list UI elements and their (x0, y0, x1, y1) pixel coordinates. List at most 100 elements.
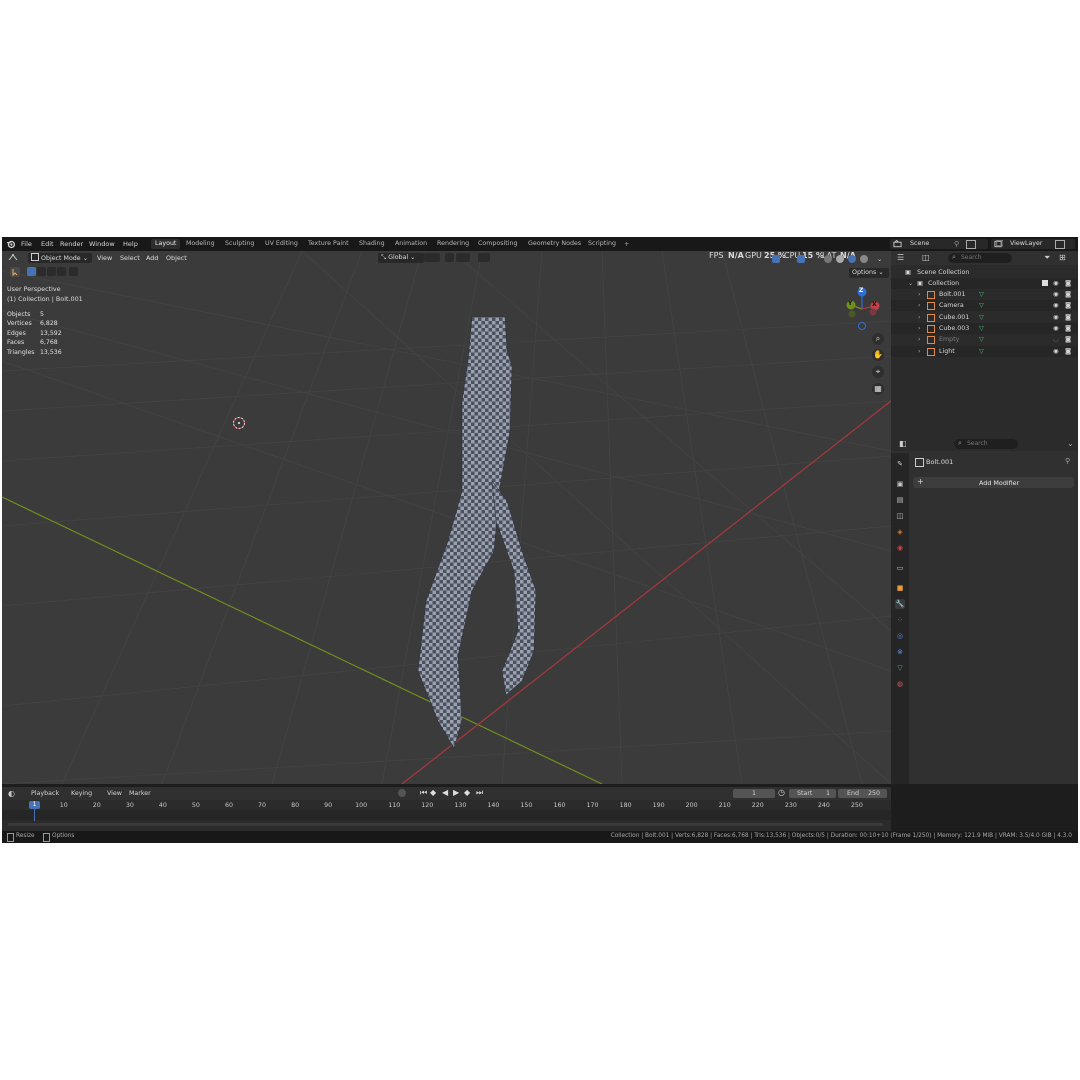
new-view-layer-icon[interactable] (1055, 240, 1065, 249)
world-tab-icon[interactable]: ◉ (895, 543, 905, 553)
tab-geometry-nodes[interactable]: Geometry Nodes (524, 239, 585, 249)
display-mode-icon[interactable]: ◫ (922, 253, 930, 262)
add-workspace-button[interactable]: + (624, 240, 629, 248)
camera-icon[interactable]: ◙ (1065, 300, 1071, 311)
chevron-right-icon[interactable]: › (918, 334, 921, 345)
eye-icon[interactable]: ◉ (1053, 323, 1059, 334)
menu-object[interactable]: Object (166, 254, 187, 262)
tab-texture-paint[interactable]: Texture Paint (304, 239, 353, 249)
navigation-gizmo[interactable]: Z Y X (840, 285, 886, 331)
camera-icon[interactable]: ◙ (1065, 278, 1071, 289)
properties-editor-type-icon[interactable]: ◧ (899, 439, 907, 448)
wireframe-shading-icon[interactable] (824, 255, 832, 263)
tab-scripting[interactable]: Scripting (584, 239, 620, 249)
pin-icon[interactable]: ⚲ (954, 240, 959, 248)
solid-shading-icon[interactable] (836, 255, 844, 263)
chevron-down-icon[interactable]: ⌄ (1067, 439, 1074, 448)
modifier-tab-icon[interactable]: 🔧 (895, 599, 905, 609)
menu-window[interactable]: Window (89, 240, 115, 248)
3d-viewport[interactable]: Object Mode ⌄ View Select Add Object ⤡ G… (2, 251, 891, 784)
object-tab-icon[interactable]: ■ (895, 583, 905, 593)
output-tab-icon[interactable]: ▤ (895, 495, 905, 505)
chevron-right-icon[interactable]: › (918, 346, 921, 357)
properties-search-input[interactable]: ⌕ Search (954, 439, 1018, 449)
new-scene-icon[interactable] (966, 240, 976, 249)
tool-tab-icon[interactable]: ✎ (895, 459, 905, 469)
outliner-item-light[interactable]: › Light ▽ ◉ ◙ (891, 345, 1078, 357)
new-collection-icon[interactable]: ⊞ (1059, 253, 1066, 262)
options-dropdown[interactable]: Options ⌄ (849, 268, 889, 278)
pan-hand-icon[interactable]: ✋ (872, 349, 884, 361)
gizmo-toggle-icon[interactable] (797, 255, 805, 263)
pin-icon[interactable]: ⚲ (1065, 457, 1070, 465)
menu-view[interactable]: View (97, 254, 112, 262)
select-box-new-icon[interactable] (27, 267, 36, 276)
collection-tab-icon[interactable]: ▭ (895, 563, 905, 573)
eye-icon[interactable]: ◉ (1053, 278, 1059, 289)
scene-selector[interactable]: Scene ⚲ (890, 239, 988, 249)
transform-orientation-dropdown[interactable]: ⤡ Global ⌄ (378, 253, 424, 263)
camera-icon[interactable]: ◙ (1065, 323, 1071, 334)
outliner-item-camera[interactable]: › Camera ▽ ◉ ◙ (891, 300, 1078, 312)
editor-type-icon[interactable] (8, 253, 18, 262)
tab-layout[interactable]: Layout (151, 239, 181, 249)
tab-shading[interactable]: Shading (355, 239, 389, 249)
eye-icon[interactable]: ◉ (1053, 312, 1059, 323)
camera-icon[interactable]: ◙ (1065, 289, 1071, 300)
chevron-right-icon[interactable]: › (918, 289, 921, 300)
mode-dropdown[interactable]: Object Mode ⌄ (28, 253, 92, 263)
material-shading-icon[interactable] (848, 255, 856, 263)
menu-add[interactable]: Add (146, 254, 158, 262)
select-box-invert-icon[interactable] (57, 267, 66, 276)
outliner-item-cube-003[interactable]: › Cube.003 ▽ ◉ ◙ (891, 322, 1078, 334)
outliner-item-empty[interactable]: › Empty ▽ ◡ ◙ (891, 334, 1078, 345)
visibility-icon[interactable] (772, 255, 780, 263)
scene-collection-row[interactable]: ▣ Scene Collection (891, 267, 1078, 278)
outliner-editor-type-icon[interactable]: ☰ (897, 253, 904, 262)
keyframe-track[interactable] (2, 810, 891, 820)
camera-icon[interactable]: ◙ (1065, 334, 1071, 345)
menu-select[interactable]: Select (120, 254, 140, 262)
chevron-right-icon[interactable]: › (918, 312, 921, 323)
pivot-point-icon[interactable] (424, 253, 440, 262)
filter-icon[interactable]: ⏷ (1044, 253, 1050, 263)
eye-icon[interactable]: ◉ (1053, 300, 1059, 311)
snap-target-icon[interactable] (456, 253, 470, 262)
material-tab-icon[interactable]: ◍ (895, 679, 905, 689)
tab-compositing[interactable]: Compositing (474, 239, 521, 249)
zoom-icon[interactable]: ⌕ (872, 333, 884, 345)
outliner-item-bolt-001[interactable]: › Bolt.001 ▽ ◉ ◙ (891, 289, 1078, 300)
chevron-right-icon[interactable]: › (918, 323, 921, 334)
menu-help[interactable]: Help (123, 240, 138, 248)
collection-row[interactable]: ⌄ ▣ Collection ◉ ◙ (891, 278, 1078, 289)
outliner-search-input[interactable]: ⌕ Search (948, 253, 1012, 263)
tab-rendering[interactable]: Rendering (433, 239, 473, 249)
camera-icon[interactable]: ◙ (1065, 312, 1071, 323)
perspective-toggle-icon[interactable]: ▦ (872, 383, 884, 395)
particles-tab-icon[interactable]: ⁘ (895, 615, 905, 625)
add-modifier-button[interactable]: + Add Modifier (913, 477, 1074, 488)
scene-tab-icon[interactable]: ◈ (895, 527, 905, 537)
checkbox-icon[interactable] (1042, 280, 1048, 286)
select-box-extend-icon[interactable] (37, 267, 46, 276)
shading-options-chevron-icon[interactable]: ⌄ (877, 255, 882, 263)
eye-icon[interactable]: ◡ (1053, 334, 1059, 345)
select-tool-icon[interactable] (10, 267, 20, 277)
physics-tab-icon[interactable]: ◎ (895, 631, 905, 641)
outliner-item-cube-001[interactable]: › Cube.001 ▽ ◉ ◙ (891, 312, 1078, 323)
mesh-data-tab-icon[interactable]: ▽ (895, 663, 905, 673)
menu-render[interactable]: Render (60, 240, 83, 248)
rendered-shading-icon[interactable] (860, 255, 868, 263)
playhead[interactable]: 1 (29, 801, 40, 809)
camera-icon[interactable]: ◙ (1065, 346, 1071, 357)
tab-modeling[interactable]: Modeling (182, 239, 219, 249)
menu-edit[interactable]: Edit (41, 240, 54, 248)
chevron-right-icon[interactable]: › (918, 300, 921, 311)
chevron-down-icon[interactable]: ⌄ (908, 278, 913, 289)
view-layer-tab-icon[interactable]: ◫ (895, 511, 905, 521)
eye-icon[interactable]: ◉ (1053, 289, 1059, 300)
proportional-edit-icon[interactable] (478, 253, 490, 262)
render-tab-icon[interactable]: ▣ (895, 479, 905, 489)
select-box-subtract-icon[interactable] (47, 267, 56, 276)
constraints-tab-icon[interactable]: ⊗ (895, 647, 905, 657)
